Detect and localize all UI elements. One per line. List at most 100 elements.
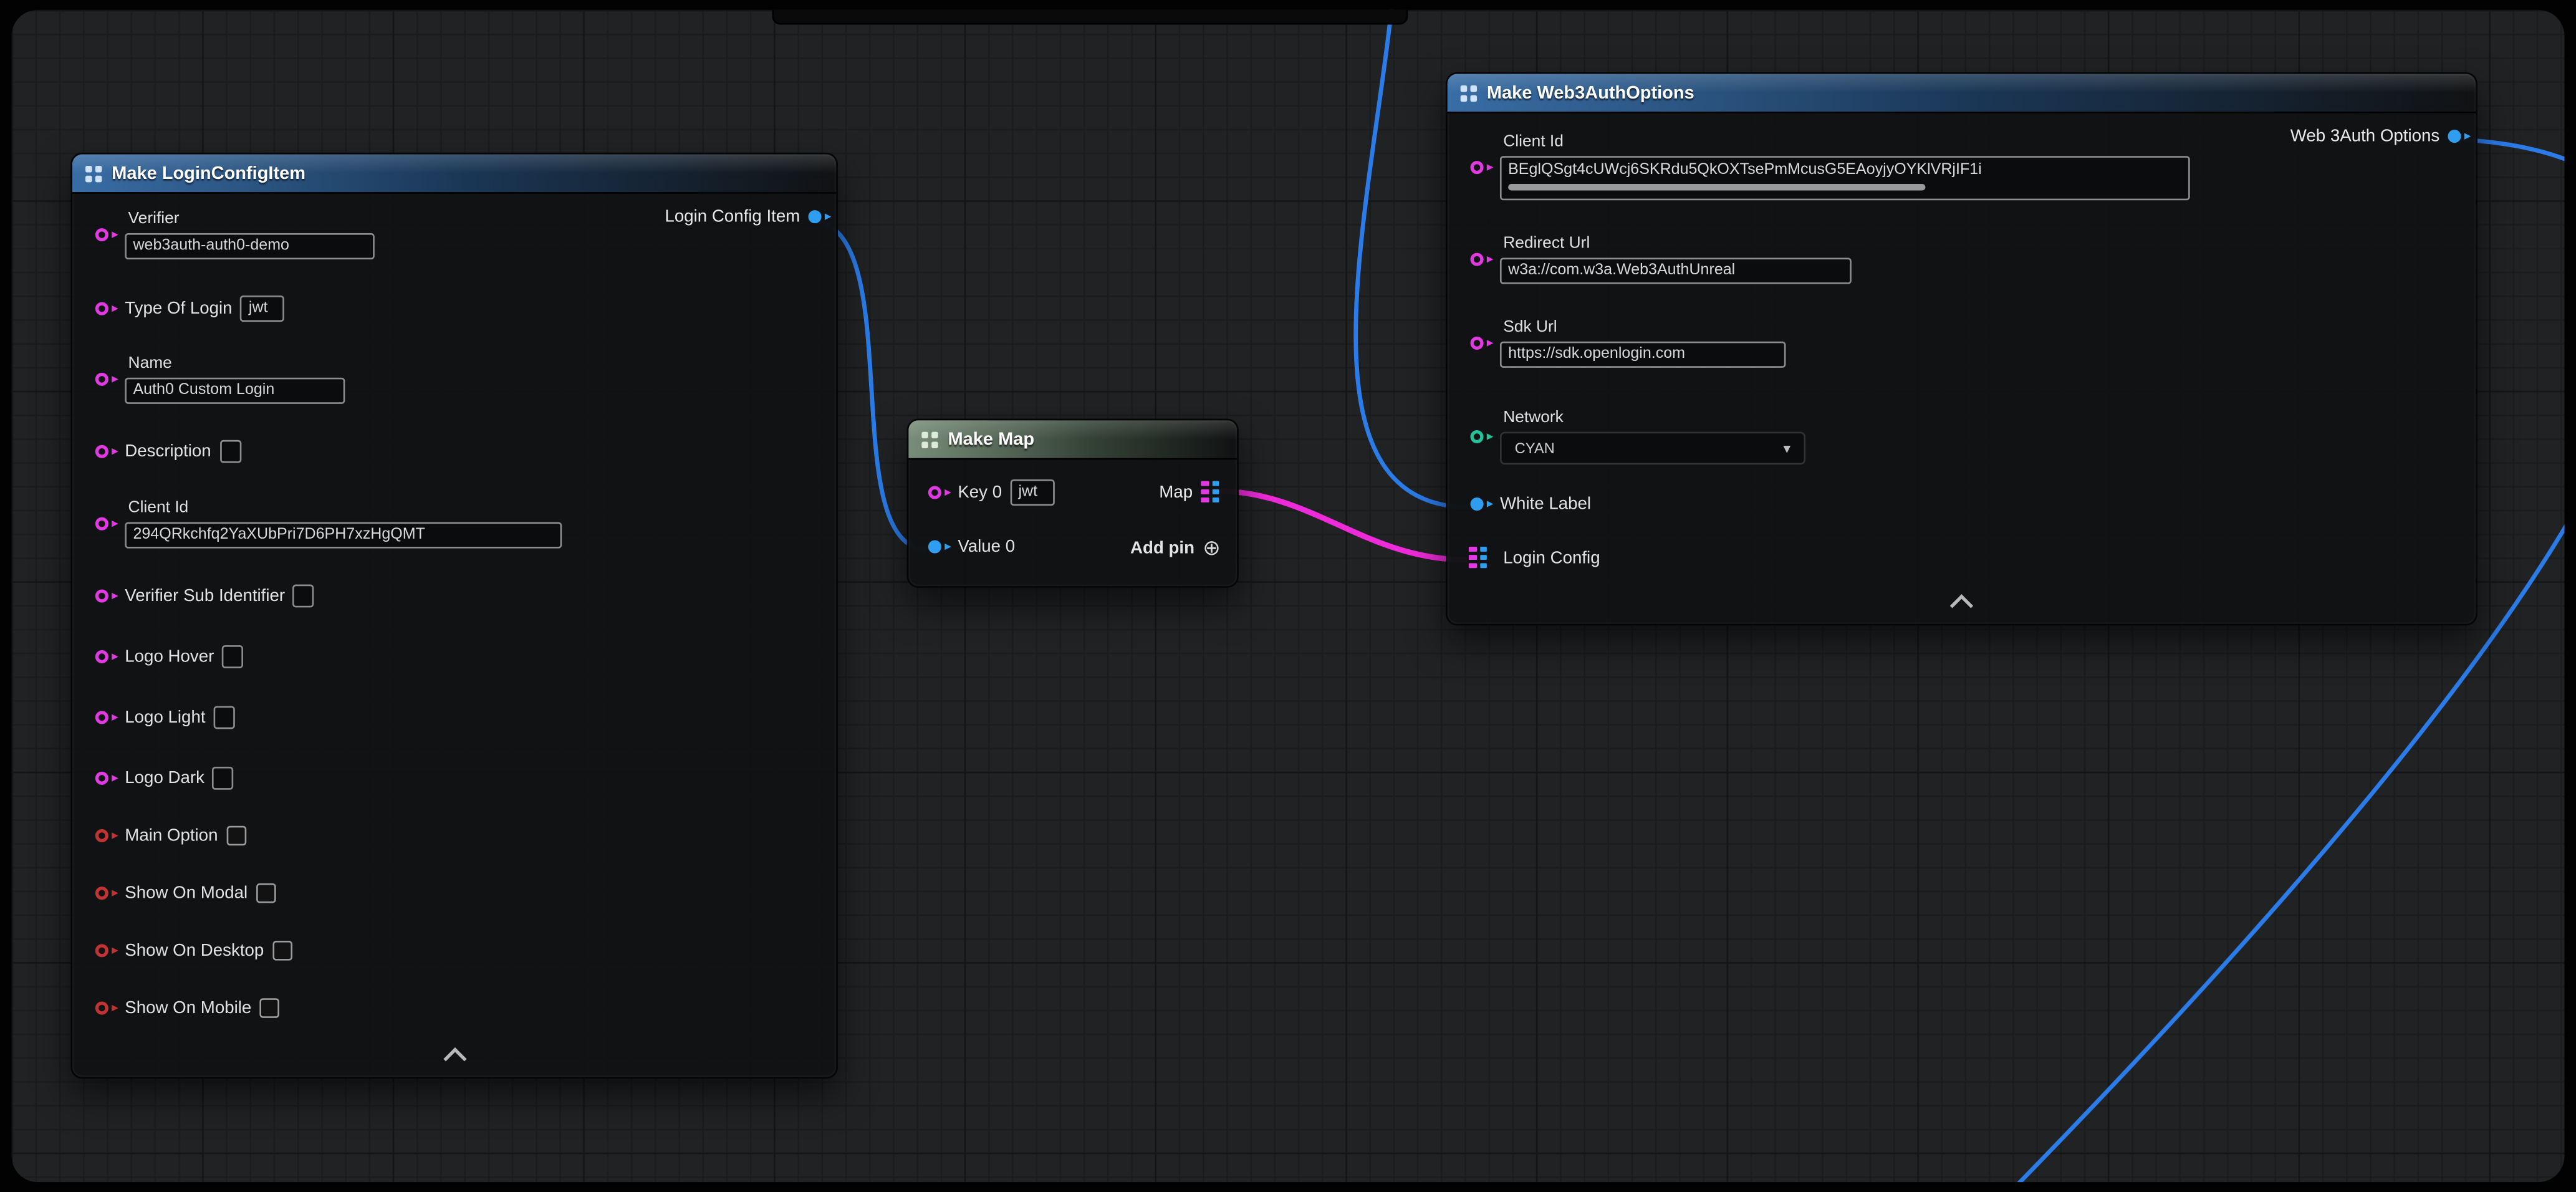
show-on-mobile-checkbox[interactable] [259,998,279,1018]
verifier-sub-identifier-input[interactable] [293,585,314,608]
output-login-config-item: Login Config Item [665,207,829,227]
offscreen-node-edge[interactable] [772,10,1408,25]
logo-light-label: Logo Light [125,708,205,728]
redirect-url-input[interactable]: w3a://com.w3a.Web3AuthUnreal [1500,257,1852,284]
pin-sdk-url[interactable] [1471,337,1484,350]
map-icon [921,431,938,447]
pin-login-config[interactable] [1469,547,1489,570]
pin-name[interactable] [95,373,108,386]
key0-label: Key 0 [958,483,1002,502]
row-value0: Value 0 [928,537,1015,557]
network-selected-value: CYAN [1515,440,1555,456]
key0-input[interactable]: jwt [1010,479,1054,506]
pin-verifier[interactable] [95,228,108,241]
row-show-on-modal: Show On Modal [95,883,276,903]
sdk-url-label: Sdk Url [1500,319,1786,339]
pin-map-out[interactable] [1201,481,1221,504]
client-id-scrollbar[interactable] [1508,184,1926,191]
login-config-label: Login Config [1503,549,1600,569]
main-option-label: Main Option [125,826,218,846]
show-on-desktop-label: Show On Desktop [125,941,264,961]
chevron-up-icon [1950,594,1973,617]
type-of-login-input[interactable]: jwt [241,296,285,322]
collapse-button[interactable] [446,1051,462,1067]
add-pin-label: Add pin [1130,538,1194,558]
white-label-label: White Label [1500,494,1591,514]
verifier-label: Verifier [125,210,375,230]
pin-show-on-desktop[interactable] [95,944,108,957]
network-dropdown[interactable]: CYAN ▾ [1500,432,1805,465]
output-label: Login Config Item [665,207,800,227]
row-logo-dark: Logo Dark [95,767,234,790]
chevron-up-icon [443,1047,466,1070]
row-name: Name Auth0 Custom Login [95,355,345,404]
row-verifier: Verifier web3auth-auth0-demo [95,210,375,259]
row-show-on-desktop: Show On Desktop [95,941,292,961]
pin-key0[interactable] [928,486,941,499]
verifier-sub-identifier-label: Verifier Sub Identifier [125,586,285,606]
pin-logo-light[interactable] [95,711,108,724]
pin-redirect-url[interactable] [1471,253,1484,266]
node-header-make-web3authoptions[interactable]: Make Web3AuthOptions [1448,74,2476,113]
type-of-login-label: Type Of Login [125,299,232,319]
row-show-on-mobile: Show On Mobile [95,998,279,1018]
logo-light-input[interactable] [214,706,235,729]
pin-type-of-login[interactable] [95,302,108,315]
row-client-id: Client Id 294QRkchfq2YaXUbPri7D6PH7xzHgQ… [95,499,562,549]
client-id-input[interactable]: BEglQSgt4cUWcj6SKRdu5QkOXTsePmMcusG5EAoy… [1500,156,2190,200]
node-header-make-loginconfigitem[interactable]: Make LoginConfigItem [72,155,836,194]
add-pin-icon: ⊕ [1203,537,1221,558]
pin-client-id[interactable] [1471,160,1484,173]
pin-web3auth-options-out[interactable] [2448,130,2461,143]
row-white-label: White Label [1471,494,1592,514]
row-network: Network CYAN ▾ [1471,409,1806,465]
row-client-id: Client Id BEglQSgt4cUWcj6SKRdu5QkOXTsePm… [1471,133,2190,200]
row-key0: Key 0 jwt [928,479,1055,506]
show-on-desktop-checkbox[interactable] [272,941,292,961]
logo-hover-input[interactable] [223,645,244,668]
name-input[interactable]: Auth0 Custom Login [125,378,345,404]
pin-show-on-mobile[interactable] [95,1001,108,1014]
row-verifier-sub-identifier: Verifier Sub Identifier [95,585,315,608]
pin-white-label[interactable] [1471,497,1484,511]
row-login-config: Login Config [1469,547,1600,570]
pin-value0[interactable] [928,540,941,553]
node-title: Make LoginConfigItem [112,163,305,183]
row-sdk-url: Sdk Url https://sdk.openlogin.com [1471,319,1786,368]
logo-dark-input[interactable] [213,767,234,790]
show-on-mobile-label: Show On Mobile [125,998,251,1018]
graph-canvas[interactable]: Make LoginConfigItem Login Config Item V… [11,10,2564,1182]
pin-client-id[interactable] [95,517,108,531]
node-header-make-map[interactable]: Make Map [908,420,1237,459]
collapse-button[interactable] [1953,598,1969,614]
logo-dark-label: Logo Dark [125,769,204,789]
pin-network[interactable] [1471,430,1484,443]
network-label: Network [1500,409,1805,429]
node-make-map[interactable]: Make Map Key 0 jwt Map Value 0 Add pin ⊕ [907,419,1239,588]
chevron-down-icon: ▾ [1783,439,1790,457]
verifier-input[interactable]: web3auth-auth0-demo [125,233,375,259]
pin-logo-hover[interactable] [95,650,108,663]
row-type-of-login: Type Of Login jwt [95,296,285,322]
pin-login-config-item-out[interactable] [809,210,822,223]
show-on-modal-checkbox[interactable] [256,883,276,903]
row-description: Description [95,440,241,463]
pin-show-on-modal[interactable] [95,887,108,900]
show-on-modal-label: Show On Modal [125,883,248,903]
add-pin-button[interactable]: Add pin ⊕ [1130,537,1221,558]
pin-main-option[interactable] [95,829,108,842]
pin-logo-dark[interactable] [95,772,108,785]
node-make-loginconfigitem[interactable]: Make LoginConfigItem Login Config Item V… [70,153,838,1079]
client-id-input[interactable]: 294QRkchfq2YaXUbPri7D6PH7xzHgQMT [125,522,562,548]
row-redirect-url: Redirect Url w3a://com.w3a.Web3AuthUnrea… [1471,235,1852,284]
node-make-web3authoptions[interactable]: Make Web3AuthOptions Web 3Auth Options C… [1446,72,2477,626]
struct-icon [1461,85,1477,101]
main-option-checkbox[interactable] [226,826,246,846]
name-label: Name [125,355,345,375]
value0-label: Value 0 [958,537,1015,557]
pin-verifier-sub-identifier[interactable] [95,589,108,602]
description-input[interactable] [219,440,241,463]
pin-description[interactable] [95,445,108,458]
struct-icon [85,165,102,181]
sdk-url-input[interactable]: https://sdk.openlogin.com [1500,342,1786,368]
